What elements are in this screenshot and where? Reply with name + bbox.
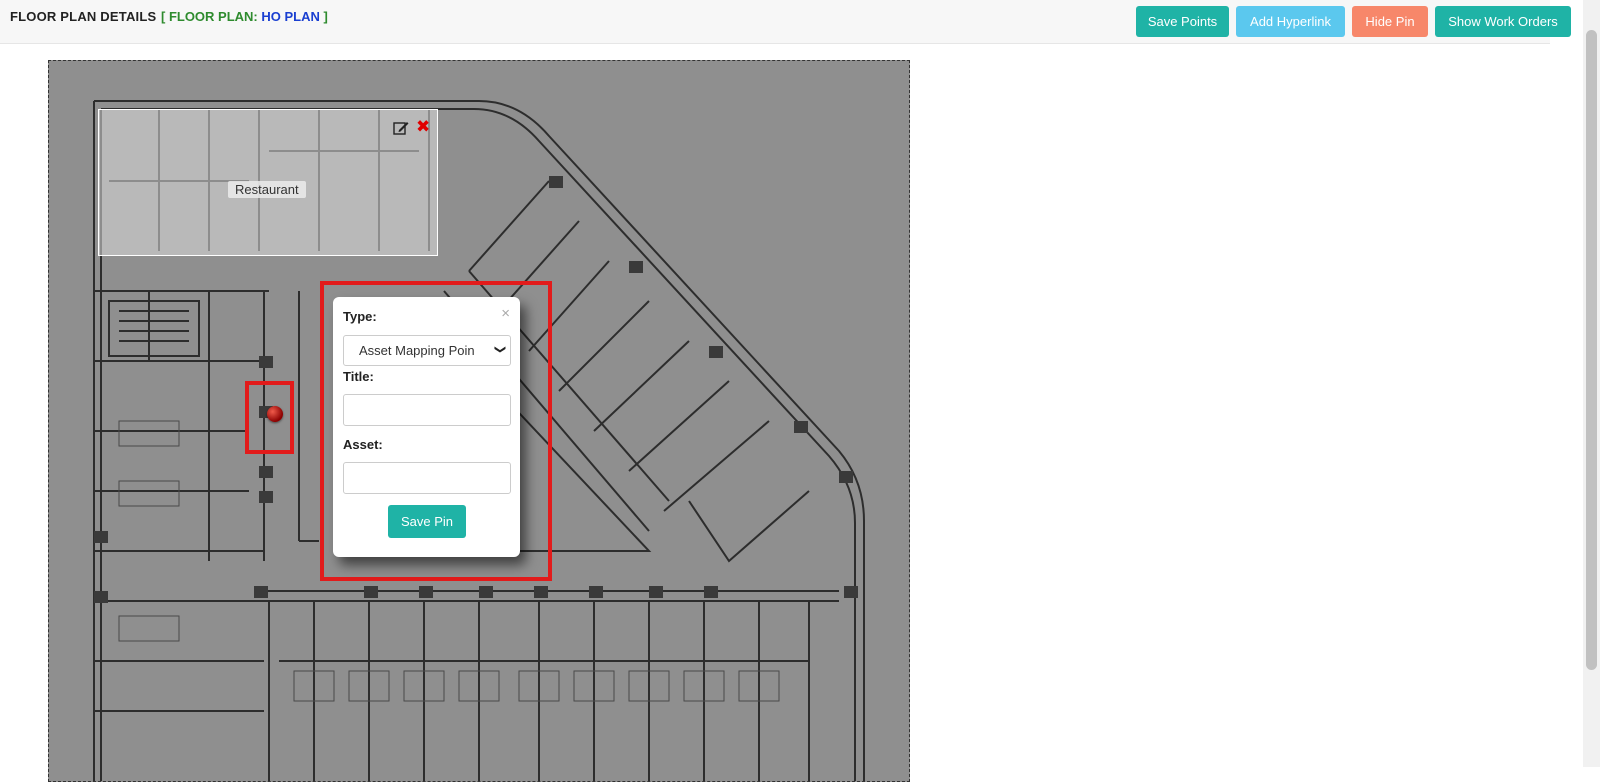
pin-popup: × Type: Asset Mapping Poin ❯ Title: Asse… <box>333 297 520 557</box>
hide-pin-button[interactable]: Hide Pin <box>1352 6 1428 37</box>
floor-plan-canvas[interactable]: ✖ Restaurant × Type: Asset Mapping Poin … <box>48 60 910 782</box>
zone-label: Restaurant <box>228 181 306 198</box>
save-points-button[interactable]: Save Points <box>1136 6 1229 37</box>
subtitle-suffix: ] <box>319 9 328 24</box>
page-header: FLOOR PLAN DETAILS [ FLOOR PLAN: HO PLAN… <box>0 0 1571 44</box>
show-work-orders-button[interactable]: Show Work Orders <box>1435 6 1571 37</box>
scrollbar-thumb[interactable] <box>1586 30 1597 670</box>
edit-icon[interactable] <box>393 120 409 136</box>
floor-plan-name: HO PLAN <box>261 9 320 24</box>
save-pin-button[interactable]: Save Pin <box>388 505 466 538</box>
type-select[interactable]: Asset Mapping Poin ❯ <box>343 335 511 366</box>
close-icon[interactable]: × <box>501 305 510 322</box>
type-select-value: Asset Mapping Poin <box>359 343 475 358</box>
map-pin-icon[interactable] <box>267 406 283 422</box>
asset-label: Asset: <box>343 437 383 452</box>
chevron-down-icon: ❯ <box>493 344 506 355</box>
add-hyperlink-button[interactable]: Add Hyperlink <box>1236 6 1345 37</box>
page-scrollbar[interactable] <box>1583 0 1600 767</box>
restaurant-zone[interactable]: ✖ Restaurant <box>98 109 438 256</box>
page-title: FLOOR PLAN DETAILS <box>10 9 157 24</box>
title-label: Title: <box>343 369 374 384</box>
floor-plan-subtitle: [ FLOOR PLAN: HO PLAN ] <box>161 9 328 24</box>
title-input[interactable] <box>343 394 511 426</box>
subtitle-prefix: [ FLOOR PLAN: <box>161 9 262 24</box>
delete-icon[interactable]: ✖ <box>416 118 430 136</box>
type-label: Type: <box>343 309 377 324</box>
asset-input[interactable] <box>343 462 511 494</box>
